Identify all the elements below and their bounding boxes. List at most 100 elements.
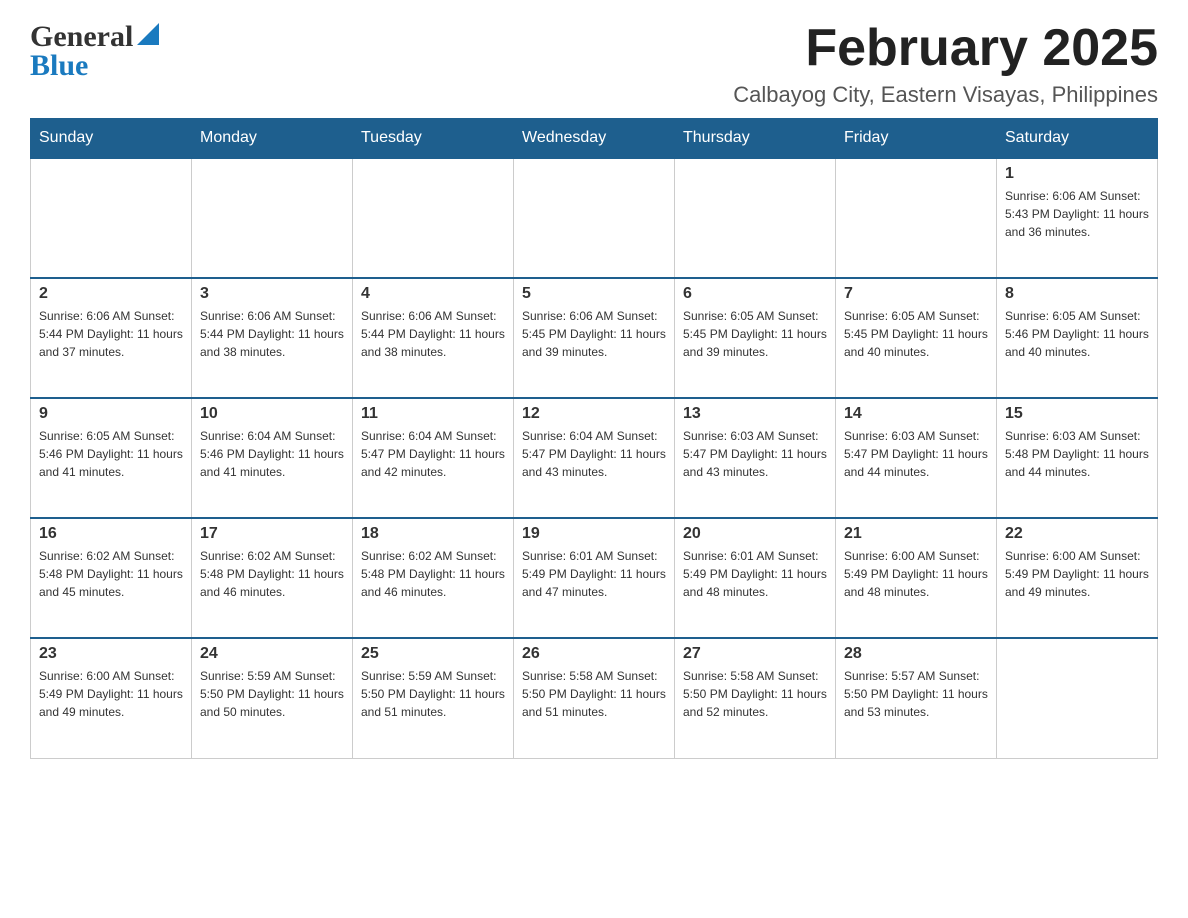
calendar-cell — [31, 158, 192, 278]
day-info: Sunrise: 6:04 AM Sunset: 5:46 PM Dayligh… — [200, 427, 344, 481]
calendar-cell: 4Sunrise: 6:06 AM Sunset: 5:44 PM Daylig… — [353, 278, 514, 398]
calendar-cell: 1 Sunrise: 6:06 AM Sunset: 5:43 PM Daylig… — [997, 158, 1158, 278]
calendar-cell — [997, 638, 1158, 758]
calendar-cell — [836, 158, 997, 278]
day-info: Sunrise: 6:05 AM Sunset: 5:46 PM Dayligh… — [1005, 307, 1149, 361]
day-number: 19 — [522, 525, 666, 543]
day-header-sunday: Sunday — [31, 119, 192, 159]
calendar-cell: 8Sunrise: 6:05 AM Sunset: 5:46 PM Daylig… — [997, 278, 1158, 398]
day-number: 23 — [39, 645, 183, 663]
calendar-cell: 3 Sunrise: 6:06 AM Sunset: 5:44 PM Daylig… — [192, 278, 353, 398]
day-info: Sunrise: 6:05 AM Sunset: 5:46 PM Dayligh… — [39, 427, 183, 481]
calendar-cell: 16 Sunrise: 6:02 AM Sunset: 5:48 PM Dayli… — [31, 518, 192, 638]
calendar-week-row: 23 Sunrise: 6:00 AM Sunset: 5:49 PM Dayli… — [31, 638, 1158, 758]
day-number: 21 — [844, 525, 988, 543]
day-number: 5 — [522, 285, 666, 303]
page-header: General Blue February 2025 Calbayog City… — [30, 20, 1158, 108]
title-section: February 2025 Calbayog City, Eastern Vis… — [733, 20, 1158, 108]
day-number: 20 — [683, 525, 827, 543]
calendar-table: SundayMondayTuesdayWednesdayThursdayFrid… — [30, 118, 1158, 759]
day-number: 15 — [1005, 405, 1149, 423]
calendar-week-row: 9 Sunrise: 6:05 AM Sunset: 5:46 PM Daylig… — [31, 398, 1158, 518]
day-info: Sunrise: 6:01 AM Sunset: 5:49 PM Dayligh… — [683, 547, 827, 601]
day-info: Sunrise: 6:00 AM Sunset: 5:49 PM Dayligh… — [1005, 547, 1149, 601]
day-info: Sunrise: 6:03 AM Sunset: 5:47 PM Dayligh… — [683, 427, 827, 481]
day-number: 14 — [844, 405, 988, 423]
day-number: 25 — [361, 645, 505, 663]
calendar-title: February 2025 — [733, 20, 1158, 77]
day-number: 24 — [200, 645, 344, 663]
day-info: Sunrise: 6:05 AM Sunset: 5:45 PM Dayligh… — [683, 307, 827, 361]
day-info: Sunrise: 6:02 AM Sunset: 5:48 PM Dayligh… — [200, 547, 344, 601]
calendar-cell: 12Sunrise: 6:04 AM Sunset: 5:47 PM Dayli… — [514, 398, 675, 518]
calendar-cell: 25 Sunrise: 5:59 AM Sunset: 5:50 PM Dayli… — [353, 638, 514, 758]
calendar-cell: 17 Sunrise: 6:02 AM Sunset: 5:48 PM Dayli… — [192, 518, 353, 638]
day-header-wednesday: Wednesday — [514, 119, 675, 159]
day-info: Sunrise: 6:00 AM Sunset: 5:49 PM Dayligh… — [39, 667, 183, 721]
calendar-cell: 5 Sunrise: 6:06 AM Sunset: 5:45 PM Daylig… — [514, 278, 675, 398]
day-info: Sunrise: 6:05 AM Sunset: 5:45 PM Dayligh… — [844, 307, 988, 361]
calendar-subtitle: Calbayog City, Eastern Visayas, Philippi… — [733, 82, 1158, 108]
day-info: Sunrise: 5:58 AM Sunset: 5:50 PM Dayligh… — [683, 667, 827, 721]
calendar-cell: 20 Sunrise: 6:01 AM Sunset: 5:49 PM Dayli… — [675, 518, 836, 638]
day-number: 28 — [844, 645, 988, 663]
day-number: 13 — [683, 405, 827, 423]
day-info: Sunrise: 6:01 AM Sunset: 5:49 PM Dayligh… — [522, 547, 666, 601]
day-info: Sunrise: 6:02 AM Sunset: 5:48 PM Dayligh… — [39, 547, 183, 601]
day-header-saturday: Saturday — [997, 119, 1158, 159]
day-info: Sunrise: 6:03 AM Sunset: 5:47 PM Dayligh… — [844, 427, 988, 481]
day-number: 11 — [361, 405, 505, 423]
day-info: Sunrise: 5:59 AM Sunset: 5:50 PM Dayligh… — [361, 667, 505, 721]
calendar-cell: 14 Sunrise: 6:03 AM Sunset: 5:47 PM Dayli… — [836, 398, 997, 518]
calendar-cell: 21 Sunrise: 6:00 AM Sunset: 5:49 PM Dayli… — [836, 518, 997, 638]
day-info: Sunrise: 6:04 AM Sunset: 5:47 PM Dayligh… — [361, 427, 505, 481]
calendar-cell: 24Sunrise: 5:59 AM Sunset: 5:50 PM Dayli… — [192, 638, 353, 758]
day-number: 2 — [39, 285, 183, 303]
calendar-cell: 18Sunrise: 6:02 AM Sunset: 5:48 PM Dayli… — [353, 518, 514, 638]
day-info: Sunrise: 6:00 AM Sunset: 5:49 PM Dayligh… — [844, 547, 988, 601]
calendar-cell — [353, 158, 514, 278]
calendar-cell: 6 Sunrise: 6:05 AM Sunset: 5:45 PM Daylig… — [675, 278, 836, 398]
calendar-cell: 28 Sunrise: 5:57 AM Sunset: 5:50 PM Dayli… — [836, 638, 997, 758]
day-number: 9 — [39, 405, 183, 423]
calendar-cell: 22 Sunrise: 6:00 AM Sunset: 5:49 PM Dayli… — [997, 518, 1158, 638]
calendar-cell: 9 Sunrise: 6:05 AM Sunset: 5:46 PM Daylig… — [31, 398, 192, 518]
day-number: 3 — [200, 285, 344, 303]
calendar-cell: 11 Sunrise: 6:04 AM Sunset: 5:47 PM Dayli… — [353, 398, 514, 518]
calendar-cell — [192, 158, 353, 278]
day-header-thursday: Thursday — [675, 119, 836, 159]
calendar-week-row: 16 Sunrise: 6:02 AM Sunset: 5:48 PM Dayli… — [31, 518, 1158, 638]
logo-arrow-icon — [137, 23, 159, 50]
calendar-cell — [514, 158, 675, 278]
day-number: 16 — [39, 525, 183, 543]
day-header-tuesday: Tuesday — [353, 119, 514, 159]
day-number: 1 — [1005, 165, 1149, 183]
calendar-cell: 2 Sunrise: 6:06 AM Sunset: 5:44 PM Daylig… — [31, 278, 192, 398]
day-info: Sunrise: 6:06 AM Sunset: 5:44 PM Dayligh… — [361, 307, 505, 361]
calendar-week-row: 1 Sunrise: 6:06 AM Sunset: 5:43 PM Daylig… — [31, 158, 1158, 278]
day-number: 12 — [522, 405, 666, 423]
day-info: Sunrise: 6:06 AM Sunset: 5:44 PM Dayligh… — [39, 307, 183, 361]
calendar-cell: 26 Sunrise: 5:58 AM Sunset: 5:50 PM Dayli… — [514, 638, 675, 758]
calendar-cell — [675, 158, 836, 278]
day-info: Sunrise: 6:06 AM Sunset: 5:43 PM Dayligh… — [1005, 187, 1149, 241]
day-info: Sunrise: 5:57 AM Sunset: 5:50 PM Dayligh… — [844, 667, 988, 721]
day-info: Sunrise: 5:58 AM Sunset: 5:50 PM Dayligh… — [522, 667, 666, 721]
day-number: 17 — [200, 525, 344, 543]
day-number: 6 — [683, 285, 827, 303]
calendar-week-row: 2 Sunrise: 6:06 AM Sunset: 5:44 PM Daylig… — [31, 278, 1158, 398]
day-number: 7 — [844, 285, 988, 303]
calendar-cell: 10Sunrise: 6:04 AM Sunset: 5:46 PM Dayli… — [192, 398, 353, 518]
day-info: Sunrise: 6:06 AM Sunset: 5:45 PM Dayligh… — [522, 307, 666, 361]
calendar-cell: 19 Sunrise: 6:01 AM Sunset: 5:49 PM Dayli… — [514, 518, 675, 638]
calendar-cell: 27 Sunrise: 5:58 AM Sunset: 5:50 PM Dayli… — [675, 638, 836, 758]
day-number: 27 — [683, 645, 827, 663]
calendar-cell: 13 Sunrise: 6:03 AM Sunset: 5:47 PM Dayli… — [675, 398, 836, 518]
day-header-monday: Monday — [192, 119, 353, 159]
logo-blue-text: Blue — [30, 49, 159, 83]
day-number: 26 — [522, 645, 666, 663]
day-info: Sunrise: 6:06 AM Sunset: 5:44 PM Dayligh… — [200, 307, 344, 361]
logo: General Blue — [30, 20, 159, 83]
day-number: 22 — [1005, 525, 1149, 543]
calendar-cell: 23 Sunrise: 6:00 AM Sunset: 5:49 PM Dayli… — [31, 638, 192, 758]
